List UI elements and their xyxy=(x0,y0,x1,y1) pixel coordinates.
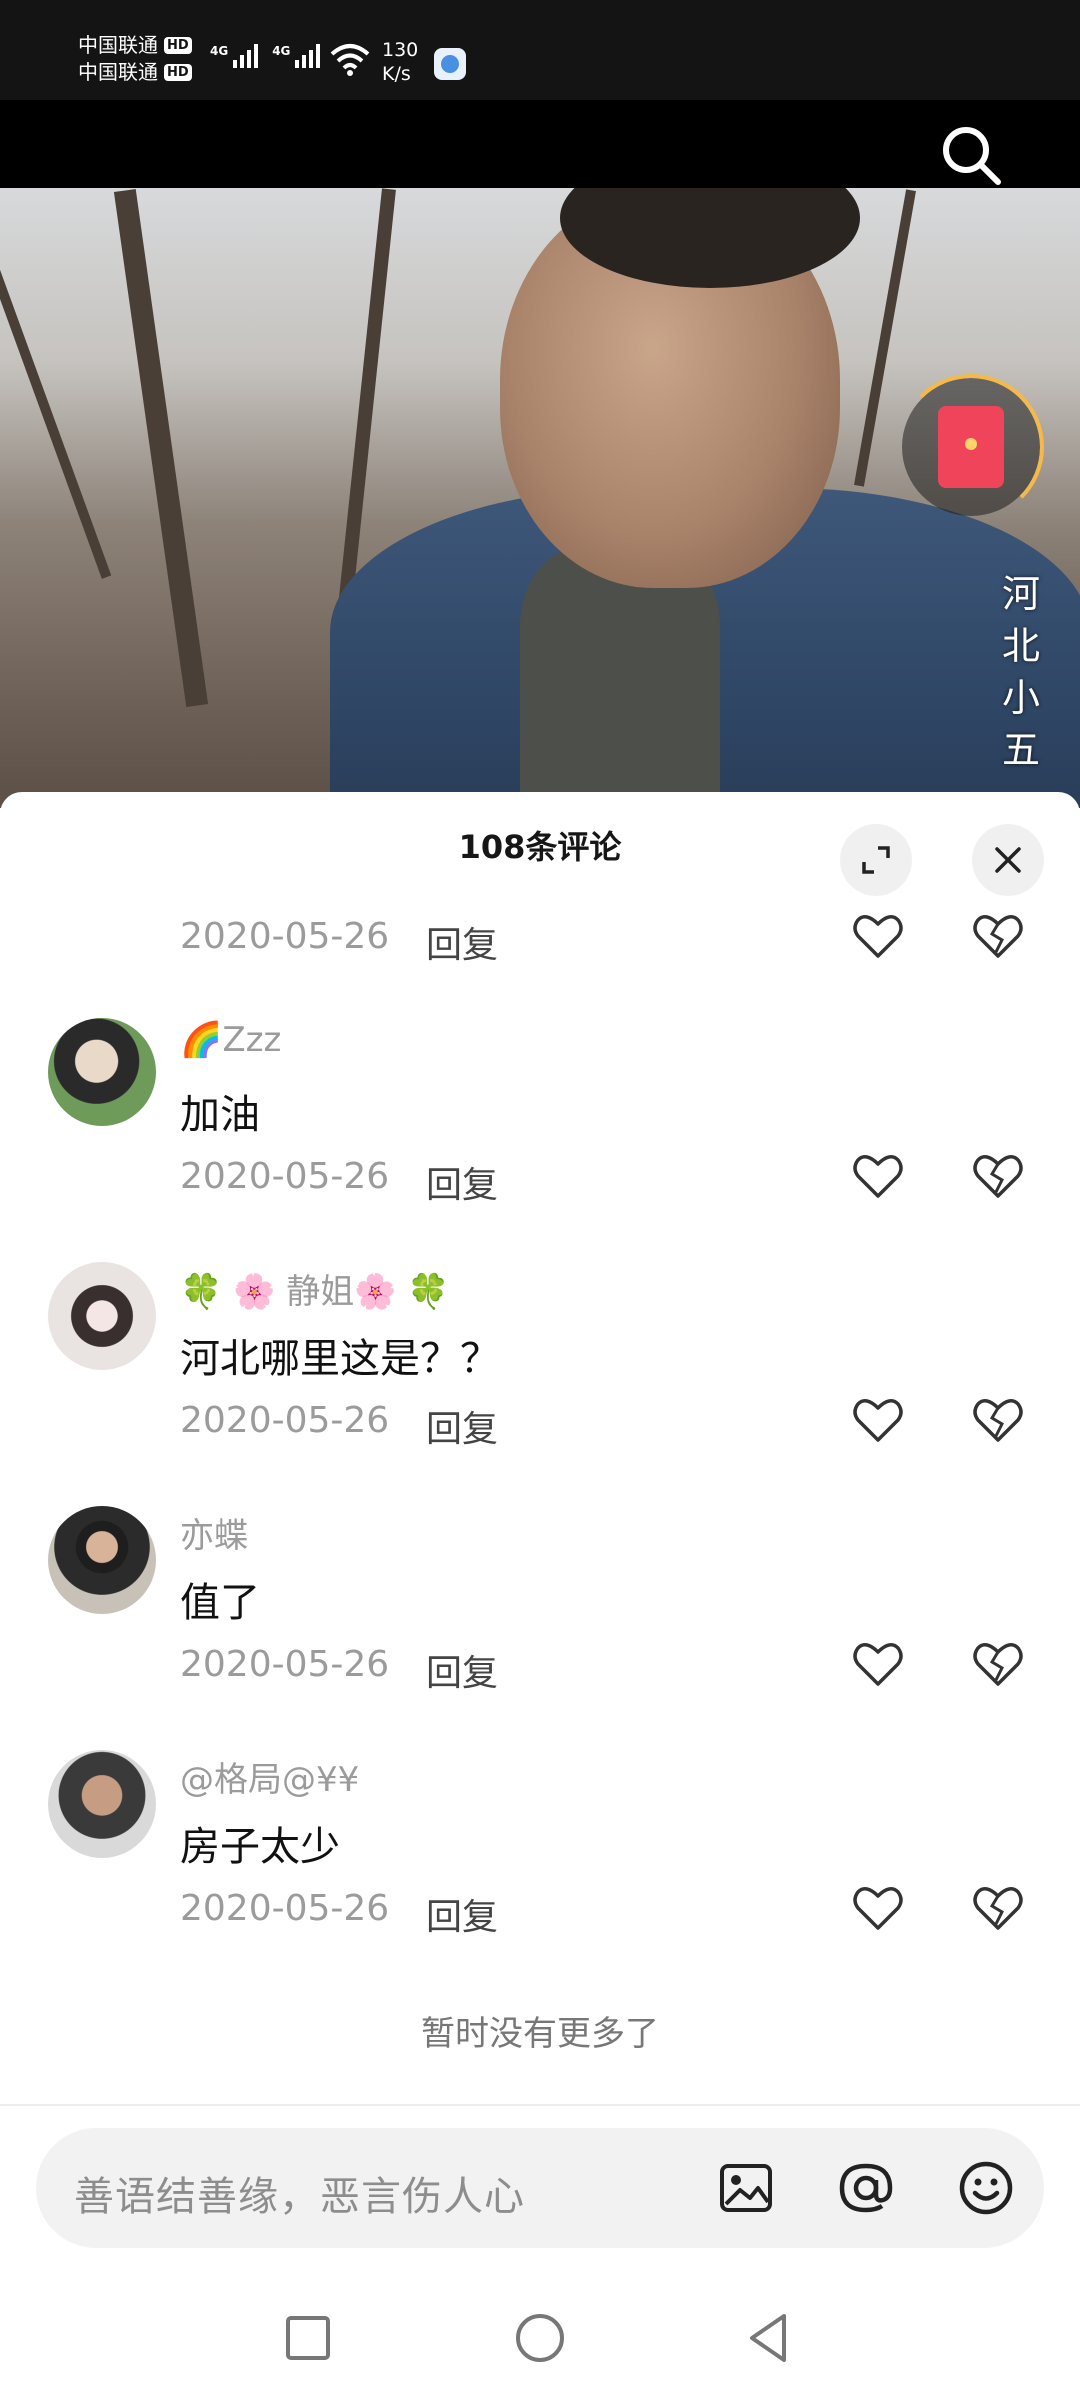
comment-username[interactable]: @格局@¥¥ xyxy=(180,1752,359,1801)
network-type: 4G xyxy=(210,44,229,58)
home-icon[interactable] xyxy=(510,2308,570,2368)
close-button[interactable] xyxy=(972,824,1044,896)
network-speed: 130 K/s xyxy=(382,38,418,86)
avatar[interactable] xyxy=(48,1750,156,1858)
comment-username[interactable]: 🌈Zzz xyxy=(180,1020,281,1060)
comment-text: 河北哪里这是？？ xyxy=(180,1336,500,1382)
reply-button[interactable]: 回复 xyxy=(426,1888,498,1940)
search-icon[interactable] xyxy=(936,120,1006,190)
hd-badge: HD xyxy=(164,37,192,54)
red-packet-button[interactable] xyxy=(898,374,1044,520)
signal-icon: 4G xyxy=(210,44,259,68)
hd-badge: HD xyxy=(164,64,192,81)
expand-button[interactable] xyxy=(840,824,912,896)
broken-heart-icon[interactable] xyxy=(970,1636,1026,1692)
comment-text: 加油 xyxy=(180,1092,260,1138)
comment-date: 2020-05-26 xyxy=(180,1888,390,1929)
carrier-info: 中国联通 HD 中国联通 HD xyxy=(78,32,192,86)
broken-heart-icon[interactable] xyxy=(970,1880,1026,1936)
comment-input-placeholder: 善语结善缘，恶言伤人心 xyxy=(74,2174,525,2220)
signal-icon: 4G xyxy=(272,44,321,68)
comment-username[interactable]: 亦蝶 xyxy=(180,1508,248,1557)
comment-text: 房子太少 xyxy=(180,1824,340,1870)
comment-input-field[interactable]: 善语结善缘，恶言伤人心 xyxy=(36,2128,1044,2248)
close-icon xyxy=(995,847,1021,873)
divider xyxy=(0,2104,1080,2106)
reply-button[interactable]: 回复 xyxy=(426,1400,498,1452)
signal-indicators: 4G 4G xyxy=(210,44,321,68)
heart-icon[interactable] xyxy=(850,1148,906,1204)
back-icon[interactable] xyxy=(740,2308,800,2368)
comment-date: 2020-05-26 xyxy=(180,1644,390,1685)
recent-apps-icon[interactable] xyxy=(278,2308,338,2368)
broken-heart-icon[interactable] xyxy=(970,1392,1026,1448)
red-envelope-icon xyxy=(938,406,1004,488)
no-more-comments-label: 暂时没有更多了 xyxy=(421,2014,659,2054)
heart-icon[interactable] xyxy=(850,1880,906,1936)
reply-button[interactable]: 回复 xyxy=(426,916,498,968)
comment-date: 2020-05-26 xyxy=(180,1400,390,1441)
comment-date: 2020-05-26 xyxy=(180,1156,390,1197)
status-bar: 中国联通 HD 中国联通 HD 4G 4G 130 K/s xyxy=(0,0,1080,100)
broken-heart-icon[interactable] xyxy=(970,1148,1026,1204)
system-nav-bar xyxy=(0,2290,1080,2388)
avatar[interactable] xyxy=(48,1018,156,1126)
heart-icon[interactable] xyxy=(850,1392,906,1448)
carrier-label-1: 中国联通 xyxy=(78,33,158,57)
speed-unit: K/s xyxy=(382,63,411,85)
heart-icon[interactable] xyxy=(850,908,906,964)
emoji-icon[interactable] xyxy=(956,2158,1016,2218)
comment-username[interactable]: 🍀 🌸 静姐🌸 🍀 xyxy=(180,1264,450,1313)
wifi-icon xyxy=(330,44,370,76)
app-notification-icon xyxy=(434,48,466,80)
broken-heart-icon[interactable] xyxy=(970,908,1026,964)
image-icon[interactable] xyxy=(716,2158,776,2218)
carrier-row: 中国联通 HD xyxy=(78,59,192,86)
network-type: 4G xyxy=(272,44,291,58)
carrier-label-2: 中国联通 xyxy=(78,60,158,84)
reply-button[interactable]: 回复 xyxy=(426,1644,498,1696)
avatar[interactable] xyxy=(48,1262,156,1370)
comments-title: 108条评论 xyxy=(458,828,622,866)
top-bar xyxy=(0,100,1080,188)
avatar[interactable] xyxy=(48,1506,156,1614)
speed-value: 130 xyxy=(382,39,419,61)
expand-icon xyxy=(862,846,890,874)
mention-icon[interactable] xyxy=(836,2158,896,2218)
heart-icon[interactable] xyxy=(850,1636,906,1692)
comment-text: 值了 xyxy=(180,1580,260,1626)
comment-date: 2020-05-26 xyxy=(180,916,390,957)
carrier-row: 中国联通 HD xyxy=(78,32,192,59)
reply-button[interactable]: 回复 xyxy=(426,1156,498,1208)
video-overlay-title: 河北小五 xyxy=(1001,572,1040,772)
